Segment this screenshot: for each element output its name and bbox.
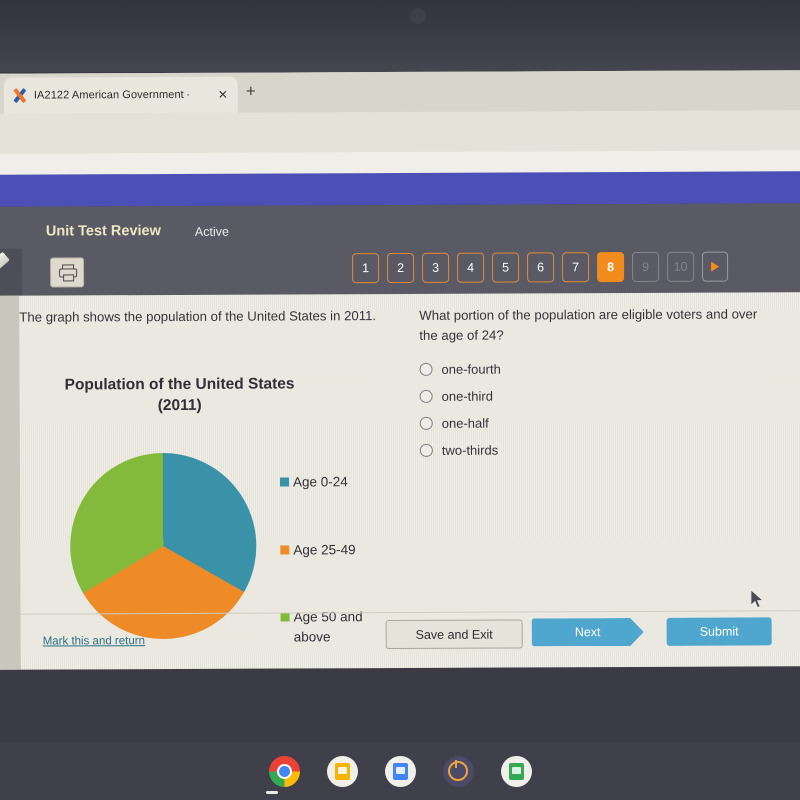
question-content-area: The graph shows the population of the Un…: [0, 292, 800, 670]
chrome-icon[interactable]: [265, 755, 300, 794]
question-button-1[interactable]: 1: [352, 253, 380, 284]
pie-chart-slices: [69, 452, 257, 640]
app-header-bar: nt: [0, 171, 800, 207]
content-left-gutter: [0, 295, 21, 670]
printer-icon: [59, 264, 78, 282]
screen-photo: IA2122 American Government - ✕ + earn.ed…: [0, 0, 800, 800]
mark-this-and-return-link[interactable]: Mark this and return: [43, 635, 145, 647]
answer-option-one-third[interactable]: one-third: [419, 387, 750, 404]
submit-button[interactable]: Submit: [666, 617, 772, 646]
browser-tabstrip: IA2122 American Government - ✕ +: [0, 70, 800, 114]
dust-speck: [410, 8, 426, 24]
question-stem: The graph shows the population of the Un…: [19, 308, 377, 325]
answer-label: two-thirds: [441, 442, 499, 458]
radio-button-icon[interactable]: [419, 416, 433, 430]
answer-option-one-fourth[interactable]: one-fourth: [419, 360, 749, 377]
chromeos-shelf: [0, 742, 800, 800]
question-button-10: 10: [667, 251, 695, 282]
monitor-bezel: [0, 0, 800, 72]
browser-omnibar[interactable]: earn.edgenuity.com/Player/: [0, 110, 800, 177]
save-and-exit-button[interactable]: Save and Exit: [385, 619, 523, 650]
question-text: What portion of the population are eligi…: [419, 306, 758, 343]
legend-item: Age 25-49: [280, 540, 410, 560]
question-button-5[interactable]: 5: [492, 252, 520, 283]
question-button-2[interactable]: 2: [387, 252, 415, 284]
question-button-6[interactable]: 6: [527, 252, 555, 283]
pie-chart: [69, 452, 261, 644]
radio-button-icon[interactable]: [419, 389, 433, 403]
slides-glyph-icon: [334, 762, 350, 780]
question-button-8[interactable]: 8: [597, 252, 625, 283]
answer-option-one-half[interactable]: one-half: [419, 414, 750, 431]
question-number-list: 1 2 3 4 5 6 7 8 9 10: [352, 251, 729, 284]
legend-label-age-25-49: Age 25-49: [293, 541, 356, 558]
radio-button-icon[interactable]: [419, 443, 433, 457]
legend-swatch-age-50-above: [280, 612, 290, 622]
question-button-3[interactable]: 3: [422, 252, 450, 283]
docs-icon[interactable]: [384, 755, 416, 787]
pencil-icon: [0, 251, 10, 281]
assignment-nav-bar: Unit Test Review Active 1 2 3 4 5 6 7 8 …: [0, 203, 800, 301]
close-icon[interactable]: ✕: [218, 88, 230, 102]
power-icon[interactable]: [442, 755, 474, 787]
chevron-right-icon: [711, 261, 720, 272]
legend-swatch-age-0-24: [279, 477, 290, 487]
slides-icon[interactable]: [326, 755, 358, 787]
power-glyph-icon: [448, 760, 468, 781]
chart-title: Population of the United States (2011): [64, 375, 295, 414]
edgenuity-favicon-icon: [12, 88, 28, 104]
answer-label: one-half: [441, 415, 489, 431]
answer-options-list: one-fourth one-third one-half two-thirds: [419, 360, 749, 469]
mouse-cursor: [750, 589, 764, 608]
next-question-arrow-button[interactable]: [702, 251, 729, 282]
answer-option-two-thirds[interactable]: two-thirds: [419, 441, 750, 458]
highlighter-tool-button[interactable]: [0, 248, 23, 301]
legend-item: Age 0-24: [279, 472, 410, 492]
radio-button-icon[interactable]: [419, 362, 433, 376]
docs-glyph-icon: [392, 762, 408, 780]
page-title: Unit Test Review: [45, 223, 161, 240]
legend-label-age-0-24: Age 0-24: [292, 474, 348, 490]
question-button-7[interactable]: 7: [562, 252, 590, 283]
contacts-glyph-icon: [508, 762, 524, 780]
tab-title: IA2122 American Government -: [33, 88, 189, 102]
legend-swatch-age-25-49: [280, 545, 290, 555]
answer-label: one-fourth: [441, 361, 501, 377]
question-button-4[interactable]: 4: [457, 252, 485, 283]
answer-label: one-third: [441, 388, 493, 404]
next-button[interactable]: Next: [532, 618, 644, 646]
browser-window: IA2122 American Government - ✕ + earn.ed…: [0, 70, 800, 179]
status-badge: Active: [194, 224, 229, 239]
question-button-9: 9: [632, 251, 660, 282]
chrome-active-indicator: [265, 791, 278, 794]
contacts-icon[interactable]: [500, 755, 532, 787]
print-button[interactable]: [50, 257, 85, 288]
browser-tab[interactable]: IA2122 American Government - ✕: [3, 76, 238, 114]
new-tab-button[interactable]: +: [246, 82, 256, 101]
